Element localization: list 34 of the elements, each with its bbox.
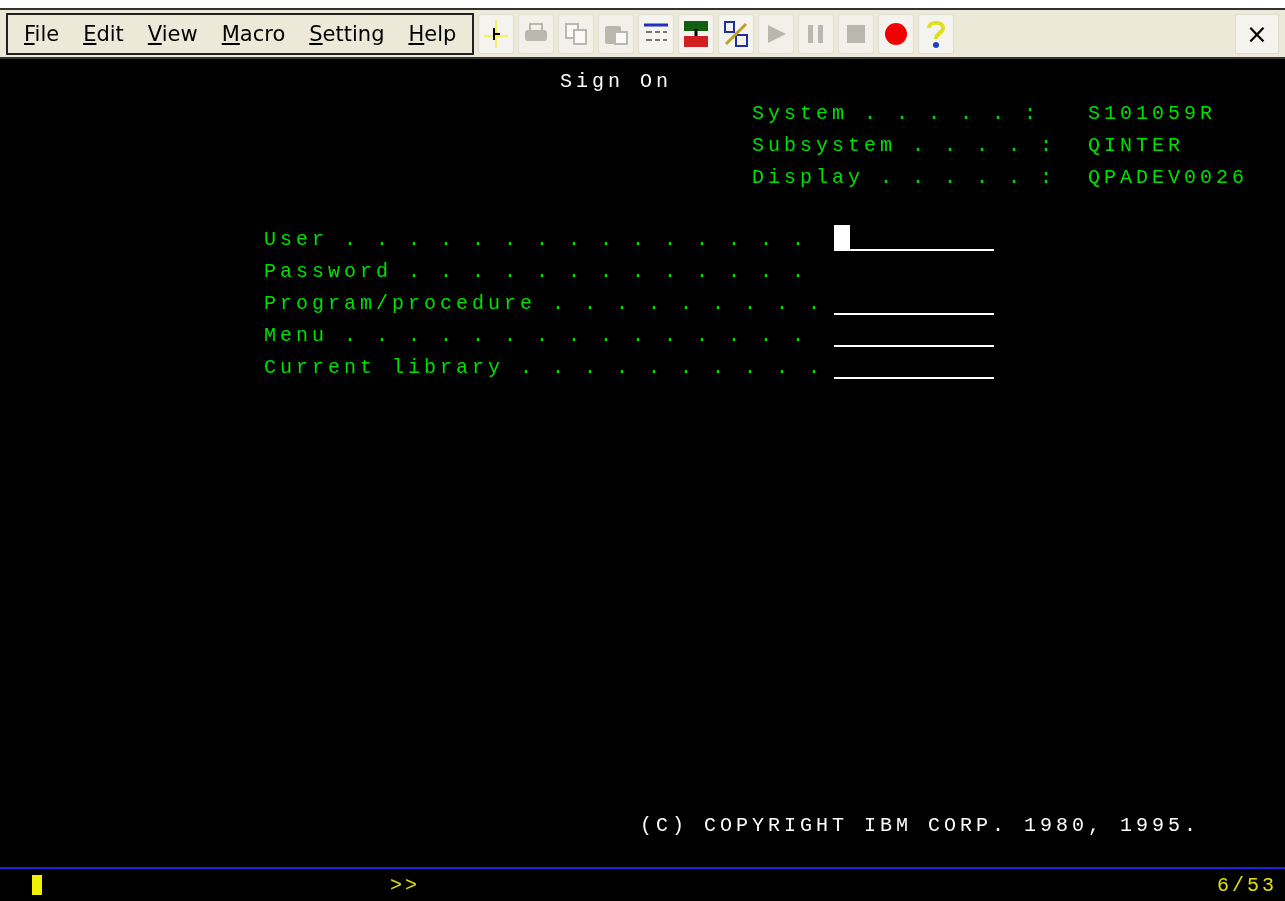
menu-item[interactable]: Edit [71,21,136,46]
status-indicator: >> [390,873,420,897]
field-label: User . . . . . . . . . . . . . . . [264,227,810,251]
menu-item[interactable]: Macro [209,21,298,46]
screen-title: Sign On [560,69,672,93]
info-value: S101059R [1088,101,1216,125]
info-label: Display . . . . . : [752,165,1058,189]
toolbar-button[interactable] [478,13,515,54]
transfer-icon [682,18,711,49]
field-label: Current library . . . . . . . . . . [264,355,826,379]
cursor-block [834,225,850,249]
toolbar-button[interactable] [638,13,675,54]
menu-item[interactable]: File [12,21,72,46]
info-label: Subsystem . . . . : [752,133,1058,157]
info-value: QPADEV0026 [1088,165,1249,189]
close-button[interactable]: × [1235,13,1279,54]
field-label: Program/procedure . . . . . . . . . [264,291,826,315]
toolbar-button[interactable] [718,13,755,54]
info-label: System . . . . . : [752,101,1042,125]
menu-item[interactable]: Setting [297,21,397,46]
info-value: QINTER [1088,133,1184,157]
cursor-position: 6/53 [1217,873,1277,897]
crosshair-icon [484,19,509,48]
input-field[interactable] [834,227,994,251]
menu-item[interactable]: View [135,21,210,46]
question-mark-icon [925,18,948,49]
copy-icon [564,21,589,46]
field-label: Password . . . . . . . . . . . . . [264,259,810,283]
field-label: Menu . . . . . . . . . . . . . . . [264,323,810,347]
toolbar-button[interactable] [678,13,715,54]
copyright-text: (C) COPYRIGHT IBM CORP. 1980, 1995. [640,813,1201,837]
menu-item[interactable]: Help [396,21,469,46]
keys-icon [722,19,751,48]
record-icon [883,20,910,47]
